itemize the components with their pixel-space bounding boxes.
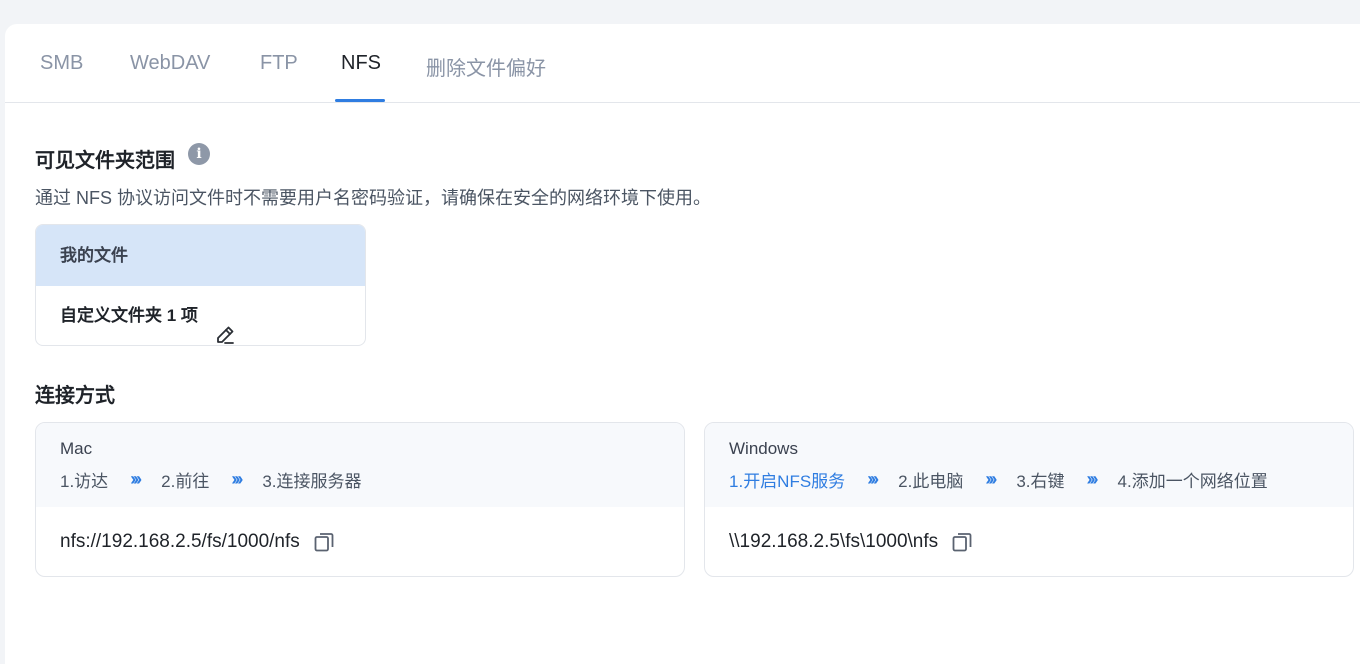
mac-step-1: 1.访达 xyxy=(60,472,109,491)
windows-step-1-prefix: 1. xyxy=(729,472,744,491)
mac-os-name: Mac xyxy=(60,439,93,458)
windows-path-row: \\192.168.2.5\fs\1000\nfs xyxy=(705,507,1353,576)
pencil-icon[interactable] xyxy=(213,305,237,344)
windows-nfs-path: \\192.168.2.5\fs\1000\nfs xyxy=(729,531,939,552)
mac-step-3: 3.连接服务器 xyxy=(262,472,362,491)
settings-panel: SMB WebDAV FTP NFS 删除文件偏好 可见文件夹范围 i 通过 N… xyxy=(5,24,1360,664)
mac-steps: 1.访达 ››› 2.前往 ››› 3.连接服务器 xyxy=(60,467,684,492)
windows-step-1: 1.开启NFS服务 xyxy=(729,467,845,492)
tab-smb[interactable]: SMB xyxy=(40,52,83,75)
windows-connection-card: Windows 1.开启NFS服务 ››› 2.此电脑 ››› 3.右键 ›››… xyxy=(704,422,1354,577)
copy-icon[interactable] xyxy=(312,530,336,554)
visible-scope-title: 可见文件夹范围 xyxy=(35,150,175,172)
connection-method-title: 连接方式 xyxy=(35,385,115,407)
folder-scope-card: 我的文件 自定义文件夹 1 项 xyxy=(35,224,366,346)
active-tab-indicator xyxy=(335,99,385,102)
mac-connection-card: Mac 1.访达 ››› 2.前往 ››› 3.连接服务器 nfs://192.… xyxy=(35,422,685,577)
windows-step-4: 4.添加一个网络位置 xyxy=(1117,472,1268,491)
mac-nfs-path: nfs://192.168.2.5/fs/1000/nfs xyxy=(60,531,300,552)
custom-folder-count: 自定义文件夹 1 项 xyxy=(60,306,198,325)
tab-nfs[interactable]: NFS xyxy=(341,52,381,75)
chevrons-icon: ››› xyxy=(130,469,142,489)
windows-step-3: 3.右键 xyxy=(1016,472,1065,491)
tab-webdav[interactable]: WebDAV xyxy=(130,52,210,75)
chevrons-icon: ››› xyxy=(867,469,879,489)
tab-delete-file-preferences[interactable]: 删除文件偏好 xyxy=(426,52,546,81)
windows-step-2: 2.此电脑 xyxy=(898,472,964,491)
windows-os-name: Windows xyxy=(729,439,798,458)
chevrons-icon: ››› xyxy=(985,469,997,489)
info-icon[interactable]: i xyxy=(188,143,210,165)
chevrons-icon: ››› xyxy=(1086,469,1099,489)
folder-scope-header: 我的文件 xyxy=(36,225,365,286)
windows-steps: 1.开启NFS服务 ››› 2.此电脑 ››› 3.右键 ››› 4.添加一个网… xyxy=(729,467,1353,492)
tab-bar: SMB WebDAV FTP NFS 删除文件偏好 xyxy=(5,24,1360,103)
folder-scope-row: 自定义文件夹 1 项 xyxy=(36,286,365,345)
mac-path-row: nfs://192.168.2.5/fs/1000/nfs xyxy=(36,507,684,576)
copy-icon[interactable] xyxy=(950,530,974,554)
mac-step-2: 2.前往 xyxy=(161,472,210,491)
tab-ftp[interactable]: FTP xyxy=(260,52,298,75)
nfs-security-description: 通过 NFS 协议访问文件时不需要用户名密码验证，请确保在安全的网络环境下使用。 xyxy=(35,188,711,208)
chevrons-icon: ››› xyxy=(231,469,243,489)
enable-nfs-service-link[interactable]: 开启NFS服务 xyxy=(743,472,845,491)
